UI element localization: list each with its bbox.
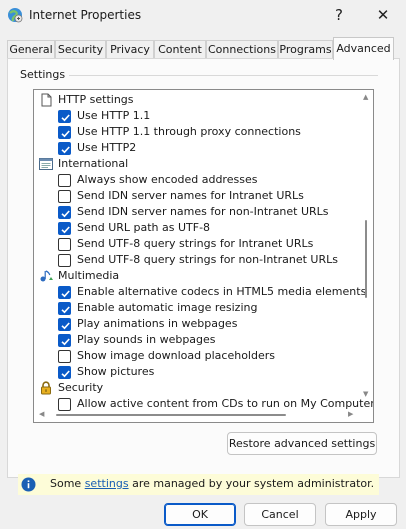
tab-privacy[interactable]: Privacy bbox=[106, 40, 154, 59]
option-label: Send UTF-8 query strings for Intranet UR… bbox=[77, 237, 314, 250]
checkbox-checked[interactable] bbox=[58, 318, 71, 331]
option-label: Use HTTP2 bbox=[77, 141, 137, 154]
checkbox-checked[interactable] bbox=[58, 334, 71, 347]
multimedia-icon bbox=[39, 269, 53, 283]
scroll-right-arrow-icon[interactable]: ▶ bbox=[348, 410, 353, 418]
checkbox-checked[interactable] bbox=[58, 302, 71, 315]
category-label: Security bbox=[58, 381, 104, 394]
option-label: Use HTTP 1.1 through proxy connections bbox=[77, 125, 301, 138]
option-label: Enable alternative codecs in HTML5 media… bbox=[77, 285, 367, 298]
option-label: Send IDN server names for non-Intranet U… bbox=[77, 205, 329, 218]
option-label: Show pictures bbox=[77, 365, 155, 378]
horizontal-scrollbar[interactable]: ◀ ▶ bbox=[34, 408, 360, 422]
tab-content[interactable]: Content bbox=[154, 40, 206, 59]
close-button[interactable]: ✕ bbox=[370, 4, 396, 26]
lock-icon bbox=[39, 381, 53, 395]
option-label: Send URL path as UTF-8 bbox=[77, 221, 211, 234]
settings-link[interactable]: settings bbox=[85, 477, 129, 490]
checkbox-checked[interactable] bbox=[58, 366, 71, 379]
settings-group-divider bbox=[68, 75, 378, 76]
globe-window-icon bbox=[39, 157, 53, 171]
tab-programs[interactable]: Programs bbox=[278, 40, 333, 59]
option-label: Play animations in webpages bbox=[77, 317, 238, 330]
option-label: Use HTTP 1.1 bbox=[77, 109, 151, 122]
tab-strip: General Security Privacy Content Connect… bbox=[7, 37, 400, 60]
apply-button[interactable]: Apply bbox=[325, 503, 397, 526]
title-bar: Internet Properties ? ✕ bbox=[0, 0, 406, 32]
checkbox-checked[interactable] bbox=[58, 110, 71, 123]
checkbox-unchecked[interactable] bbox=[58, 190, 71, 203]
checkbox-unchecked[interactable] bbox=[58, 174, 71, 187]
scroll-left-arrow-icon[interactable]: ◀ bbox=[39, 410, 44, 418]
category-label: Multimedia bbox=[58, 269, 120, 282]
checkbox-unchecked[interactable] bbox=[58, 238, 71, 251]
checkbox-unchecked[interactable] bbox=[58, 350, 71, 363]
tab-general[interactable]: General bbox=[7, 40, 55, 59]
settings-list[interactable]: HTTP settings Use HTTP 1.1 Use HTTP 1.1 th… bbox=[33, 89, 374, 423]
info-icon bbox=[21, 477, 36, 492]
internet-globe-icon bbox=[8, 8, 23, 23]
category-label: HTTP settings bbox=[58, 93, 134, 106]
settings-group-label: Settings bbox=[20, 68, 70, 81]
scroll-down-arrow-icon[interactable]: ▼ bbox=[363, 390, 368, 398]
option-label: Always show encoded addresses bbox=[77, 173, 258, 186]
checkbox-checked[interactable] bbox=[58, 126, 71, 139]
admin-info-bar: Some settings are managed by your system… bbox=[18, 474, 379, 495]
option-label: Play sounds in webpages bbox=[77, 333, 216, 346]
vertical-scrollbar[interactable]: ▲ ▼ bbox=[360, 90, 373, 402]
page-icon bbox=[39, 93, 53, 107]
checkbox-checked[interactable] bbox=[58, 222, 71, 235]
option-label: Send UTF-8 query strings for non-Intrane… bbox=[77, 253, 338, 266]
ok-button[interactable]: OK bbox=[164, 503, 236, 526]
checkbox-checked[interactable] bbox=[58, 286, 71, 299]
cancel-button[interactable]: Cancel bbox=[244, 503, 316, 526]
option-label: Enable automatic image resizing bbox=[77, 301, 258, 314]
option-label: Show image download placeholders bbox=[77, 349, 275, 362]
checkbox-unchecked[interactable] bbox=[58, 254, 71, 267]
category-label: International bbox=[58, 157, 129, 170]
help-button[interactable]: ? bbox=[326, 4, 352, 26]
checkbox-checked[interactable] bbox=[58, 142, 71, 155]
tab-connections[interactable]: Connections bbox=[206, 40, 278, 59]
info-text-after: are managed by your system administrator… bbox=[128, 477, 375, 490]
info-text-before: Some bbox=[50, 477, 85, 490]
vertical-scroll-thumb[interactable] bbox=[365, 220, 367, 298]
admin-info-text: Some settings are managed by your system… bbox=[50, 477, 374, 490]
restore-advanced-settings-button[interactable]: Restore advanced settings bbox=[227, 432, 377, 455]
scroll-up-arrow-icon[interactable]: ▲ bbox=[363, 93, 368, 101]
tab-advanced[interactable]: Advanced bbox=[333, 37, 394, 60]
option-label: Send IDN server names for Intranet URLs bbox=[77, 189, 304, 202]
horizontal-scroll-thumb[interactable] bbox=[56, 414, 286, 416]
tab-security[interactable]: Security bbox=[55, 40, 106, 59]
window-title: Internet Properties bbox=[29, 8, 142, 22]
checkbox-checked[interactable] bbox=[58, 206, 71, 219]
